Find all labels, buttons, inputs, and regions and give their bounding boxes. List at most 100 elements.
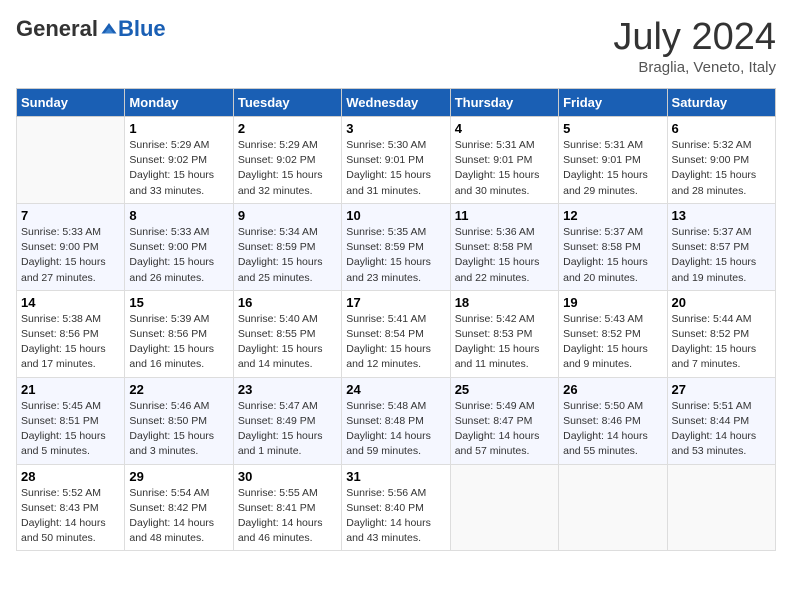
day-number: 19 (563, 295, 662, 310)
cell-info: Sunrise: 5:54 AM Sunset: 8:42 PM Dayligh… (129, 486, 228, 547)
calendar-cell: 5 Sunrise: 5:31 AM Sunset: 9:01 PM Daylig… (559, 117, 667, 204)
header-wednesday: Wednesday (342, 89, 450, 117)
location: Braglia, Veneto, Italy (613, 59, 776, 76)
week-row-4: 21 Sunrise: 5:45 AM Sunset: 8:51 PM Dayli… (17, 377, 776, 464)
calendar-cell: 19 Sunrise: 5:43 AM Sunset: 8:52 PM Dayli… (559, 290, 667, 377)
day-number: 30 (238, 469, 337, 484)
cell-info: Sunrise: 5:31 AM Sunset: 9:01 PM Dayligh… (455, 138, 554, 199)
cell-info: Sunrise: 5:29 AM Sunset: 9:02 PM Dayligh… (129, 138, 228, 199)
day-number: 28 (21, 469, 120, 484)
calendar-cell: 9Sunrise: 5:34 AM Sunset: 8:59 PM Daylig… (233, 203, 341, 290)
calendar-cell: 22Sunrise: 5:46 AM Sunset: 8:50 PM Dayli… (125, 377, 233, 464)
calendar-cell: 15 Sunrise: 5:39 AM Sunset: 8:56 PM Dayli… (125, 290, 233, 377)
day-number: 24 (346, 382, 445, 397)
calendar-cell: 30Sunrise: 5:55 AM Sunset: 8:41 PM Dayli… (233, 464, 341, 551)
day-number: 13 (672, 208, 771, 223)
header-saturday: Saturday (667, 89, 775, 117)
calendar-cell: 14 Sunrise: 5:38 AM Sunset: 8:56 PM Dayli… (17, 290, 125, 377)
calendar-cell: 16 Sunrise: 5:40 AM Sunset: 8:55 PM Dayli… (233, 290, 341, 377)
calendar-cell: 4Sunrise: 5:31 AM Sunset: 9:01 PM Daylig… (450, 117, 558, 204)
day-number: 6 (672, 121, 771, 136)
logo-blue: Blue (118, 16, 166, 42)
day-number: 26 (563, 382, 662, 397)
header-monday: Monday (125, 89, 233, 117)
calendar-cell: 12 Sunrise: 5:37 AM Sunset: 8:58 PM Dayli… (559, 203, 667, 290)
day-number: 2 (238, 121, 337, 136)
day-number: 22 (129, 382, 228, 397)
cell-info: Sunrise: 5:47 AM Sunset: 8:49 PM Dayligh… (238, 399, 337, 460)
calendar-cell: 13 Sunrise: 5:37 AM Sunset: 8:57 PM Dayli… (667, 203, 775, 290)
cell-info: Sunrise: 5:36 AM Sunset: 8:58 PM Dayligh… (455, 225, 554, 286)
cell-info: Sunrise: 5:44 AM Sunset: 8:52 PM Dayligh… (672, 312, 771, 373)
day-number: 15 (129, 295, 228, 310)
cell-info: Sunrise: 5:42 AM Sunset: 8:53 PM Dayligh… (455, 312, 554, 373)
cell-info: Sunrise: 5:31 AM Sunset: 9:01 PM Dayligh… (563, 138, 662, 199)
header-sunday: Sunday (17, 89, 125, 117)
day-number: 27 (672, 382, 771, 397)
calendar-cell: 17 Sunrise: 5:41 AM Sunset: 8:54 PM Dayli… (342, 290, 450, 377)
calendar-table: SundayMondayTuesdayWednesdayThursdayFrid… (16, 88, 776, 551)
day-number: 18 (455, 295, 554, 310)
month-year: July 2024 (613, 16, 776, 59)
cell-info: Sunrise: 5:56 AM Sunset: 8:40 PM Dayligh… (346, 486, 445, 547)
calendar-cell: 29 Sunrise: 5:54 AM Sunset: 8:42 PM Dayli… (125, 464, 233, 551)
calendar-cell (667, 464, 775, 551)
week-row-5: 28 Sunrise: 5:52 AM Sunset: 8:43 PM Dayli… (17, 464, 776, 551)
day-number: 16 (238, 295, 337, 310)
cell-info: Sunrise: 5:43 AM Sunset: 8:52 PM Dayligh… (563, 312, 662, 373)
page-header: General Blue July 2024 Braglia, Veneto, … (16, 16, 776, 76)
calendar-cell: 27Sunrise: 5:51 AM Sunset: 8:44 PM Dayli… (667, 377, 775, 464)
week-row-1: 1 Sunrise: 5:29 AM Sunset: 9:02 PM Daylig… (17, 117, 776, 204)
cell-info: Sunrise: 5:50 AM Sunset: 8:46 PM Dayligh… (563, 399, 662, 460)
day-number: 29 (129, 469, 228, 484)
day-number: 1 (129, 121, 228, 136)
day-number: 8 (129, 208, 228, 223)
logo: General Blue (16, 16, 166, 42)
cell-info: Sunrise: 5:48 AM Sunset: 8:48 PM Dayligh… (346, 399, 445, 460)
cell-info: Sunrise: 5:33 AM Sunset: 9:00 PM Dayligh… (129, 225, 228, 286)
cell-info: Sunrise: 5:41 AM Sunset: 8:54 PM Dayligh… (346, 312, 445, 373)
calendar-cell: 3 Sunrise: 5:30 AM Sunset: 9:01 PM Daylig… (342, 117, 450, 204)
cell-info: Sunrise: 5:38 AM Sunset: 8:56 PM Dayligh… (21, 312, 120, 373)
calendar-cell: 18 Sunrise: 5:42 AM Sunset: 8:53 PM Dayli… (450, 290, 558, 377)
day-number: 25 (455, 382, 554, 397)
header-tuesday: Tuesday (233, 89, 341, 117)
day-number: 11 (455, 208, 554, 223)
day-number: 7 (21, 208, 120, 223)
day-number: 9 (238, 208, 337, 223)
day-number: 31 (346, 469, 445, 484)
cell-info: Sunrise: 5:39 AM Sunset: 8:56 PM Dayligh… (129, 312, 228, 373)
calendar-cell: 24 Sunrise: 5:48 AM Sunset: 8:48 PM Dayli… (342, 377, 450, 464)
cell-info: Sunrise: 5:29 AM Sunset: 9:02 PM Dayligh… (238, 138, 337, 199)
week-row-3: 14 Sunrise: 5:38 AM Sunset: 8:56 PM Dayli… (17, 290, 776, 377)
calendar-cell: 28 Sunrise: 5:52 AM Sunset: 8:43 PM Dayli… (17, 464, 125, 551)
calendar-cell (17, 117, 125, 204)
day-number: 3 (346, 121, 445, 136)
calendar-cell: 21 Sunrise: 5:45 AM Sunset: 8:51 PM Dayli… (17, 377, 125, 464)
day-number: 21 (21, 382, 120, 397)
day-number: 14 (21, 295, 120, 310)
cell-info: Sunrise: 5:40 AM Sunset: 8:55 PM Dayligh… (238, 312, 337, 373)
cell-info: Sunrise: 5:45 AM Sunset: 8:51 PM Dayligh… (21, 399, 120, 460)
cell-info: Sunrise: 5:33 AM Sunset: 9:00 PM Dayligh… (21, 225, 120, 286)
cell-info: Sunrise: 5:37 AM Sunset: 8:57 PM Dayligh… (672, 225, 771, 286)
logo-general: General (16, 16, 98, 42)
cell-info: Sunrise: 5:35 AM Sunset: 8:59 PM Dayligh… (346, 225, 445, 286)
day-number: 5 (563, 121, 662, 136)
calendar-cell: 7 Sunrise: 5:33 AM Sunset: 9:00 PM Daylig… (17, 203, 125, 290)
cell-info: Sunrise: 5:37 AM Sunset: 8:58 PM Dayligh… (563, 225, 662, 286)
calendar-cell: 11 Sunrise: 5:36 AM Sunset: 8:58 PM Dayli… (450, 203, 558, 290)
title-block: July 2024 Braglia, Veneto, Italy (613, 16, 776, 76)
calendar-cell: 25Sunrise: 5:49 AM Sunset: 8:47 PM Dayli… (450, 377, 558, 464)
day-number: 17 (346, 295, 445, 310)
day-number: 20 (672, 295, 771, 310)
cell-info: Sunrise: 5:52 AM Sunset: 8:43 PM Dayligh… (21, 486, 120, 547)
logo-icon (100, 20, 118, 38)
day-number: 23 (238, 382, 337, 397)
day-number: 12 (563, 208, 662, 223)
header-friday: Friday (559, 89, 667, 117)
calendar-cell (559, 464, 667, 551)
cell-info: Sunrise: 5:32 AM Sunset: 9:00 PM Dayligh… (672, 138, 771, 199)
cell-info: Sunrise: 5:30 AM Sunset: 9:01 PM Dayligh… (346, 138, 445, 199)
calendar-cell: 2 Sunrise: 5:29 AM Sunset: 9:02 PM Daylig… (233, 117, 341, 204)
